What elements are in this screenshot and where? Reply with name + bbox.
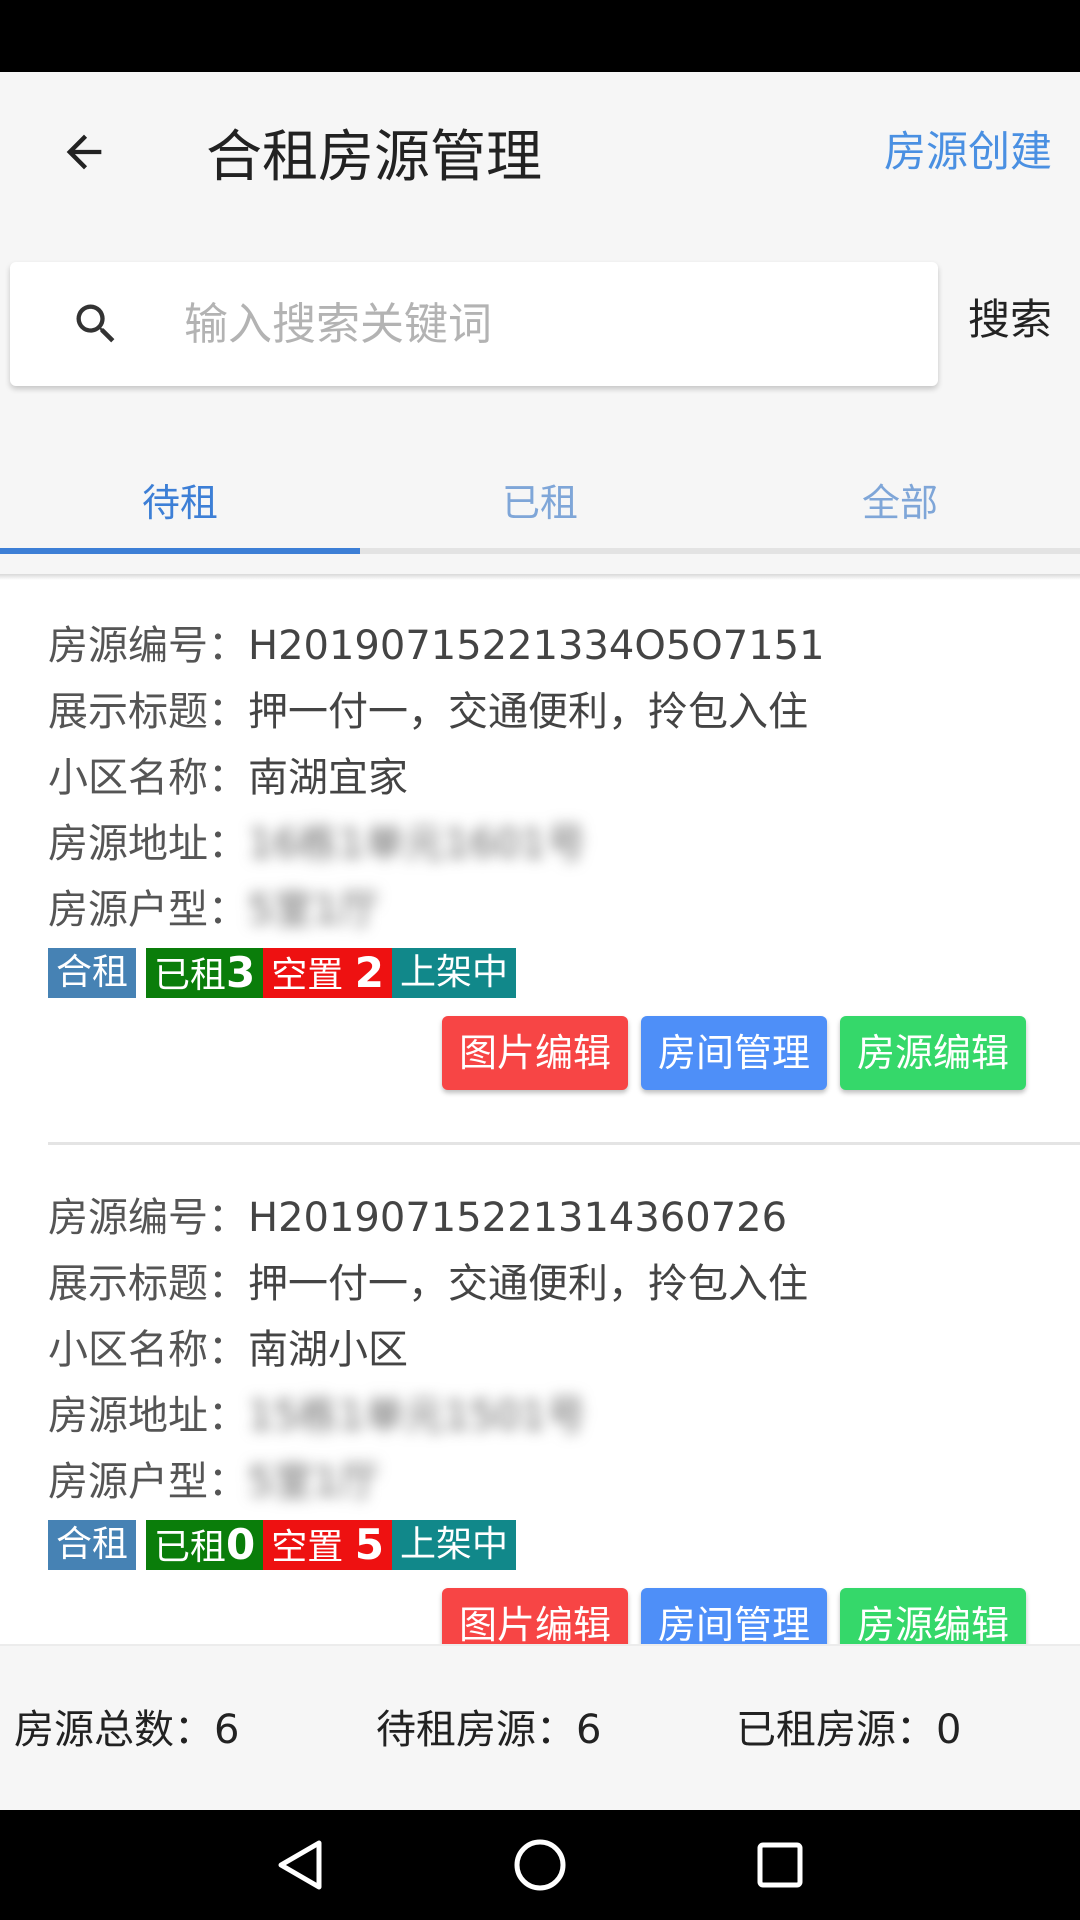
- page-title: 合租房源管理: [206, 125, 542, 190]
- status-bar: [0, 0, 1080, 72]
- listing-community: 南湖小区: [248, 1327, 408, 1373]
- listing-address-row: 房源地址：16栋1单元1601号: [48, 816, 586, 872]
- tab-all[interactable]: 全部: [720, 444, 1080, 554]
- listing-layout: 5室1厅: [248, 887, 379, 933]
- search-box: [10, 262, 938, 386]
- edit-photos-button[interactable]: 图片编辑: [442, 1588, 628, 1644]
- tag-rented-count: 3: [226, 948, 256, 997]
- search-button[interactable]: 搜索: [968, 292, 1052, 348]
- tag-vacant: 空置 5: [263, 1520, 392, 1570]
- listing-actions: 图片编辑 房间管理 房源编辑: [429, 1588, 1026, 1644]
- listing-address-label: 房源地址：: [48, 821, 248, 867]
- listing-address-label: 房源地址：: [48, 1393, 248, 1439]
- listing-code-label: 房源编号：: [48, 623, 248, 669]
- listing-layout-row: 房源户型：5室1厅: [48, 882, 379, 938]
- tag-vacant: 空置 2: [263, 948, 392, 998]
- total-listings: 房源总数：6: [14, 1707, 240, 1753]
- tag-rented-count: 0: [226, 1520, 256, 1569]
- listing-tags: 合租 已租3 空置 2 上架中: [48, 948, 516, 998]
- create-listing-button[interactable]: 房源创建: [884, 124, 1052, 180]
- tab-indicator: [0, 548, 360, 554]
- listing-title-label: 展示标题：: [48, 1261, 248, 1307]
- nav-recents-icon[interactable]: [740, 1830, 820, 1900]
- listing-code: H20190715221314360726: [248, 1195, 788, 1241]
- divider: [48, 1142, 1080, 1145]
- listing-title-row: 展示标题：押一付一，交通便利，拎包入住: [48, 1256, 808, 1312]
- tag-vacant-count: 5: [354, 1520, 384, 1569]
- listing-tags: 合租 已租0 空置 5 上架中: [48, 1520, 516, 1570]
- tag-listed: 上架中: [391, 1520, 516, 1570]
- listing-code-row: 房源编号：H20190715221314360726: [48, 1190, 787, 1246]
- tag-vacant-count: 2: [354, 948, 384, 997]
- system-nav-bar: [0, 1810, 1080, 1920]
- listing-title-label: 展示标题：: [48, 689, 248, 735]
- search-icon: [76, 304, 115, 343]
- nav-home-icon[interactable]: [500, 1830, 580, 1900]
- edit-photos-button[interactable]: 图片编辑: [442, 1016, 628, 1090]
- tag-vacant-label: 空置: [271, 1527, 344, 1568]
- listing-community-row: 小区名称：南湖宜家: [48, 750, 408, 806]
- listing-title-row: 展示标题：押一付一，交通便利，拎包入住: [48, 684, 808, 740]
- listing-address: 15栋1单元1501号: [248, 1393, 587, 1439]
- listing-layout-label: 房源户型：: [48, 887, 248, 933]
- listing-code: H20190715221334O5O7151: [248, 623, 825, 669]
- tag-rented-label: 已租: [154, 1527, 227, 1568]
- rented-listings: 已租房源：0: [736, 1707, 962, 1753]
- listing-code-row: 房源编号：H20190715221334O5O7151: [48, 618, 825, 674]
- listing-title: 押一付一，交通便利，拎包入住: [248, 1261, 808, 1307]
- listing-community-label: 小区名称：: [48, 755, 248, 801]
- manage-rooms-button[interactable]: 房间管理: [641, 1016, 827, 1090]
- tag-listed: 上架中: [391, 948, 516, 998]
- tab-bar: 待租 已租 全部: [0, 444, 1080, 554]
- manage-rooms-button[interactable]: 房间管理: [641, 1588, 827, 1644]
- listing-address: 16栋1单元1601号: [248, 821, 587, 867]
- listing-code-label: 房源编号：: [48, 1195, 248, 1241]
- back-button[interactable]: [44, 112, 124, 192]
- listing-title: 押一付一，交通便利，拎包入住: [248, 689, 808, 735]
- pending-listings: 待租房源：6: [376, 1707, 602, 1753]
- listing-community-row: 小区名称：南湖小区: [48, 1322, 408, 1378]
- listing-list[interactable]: 房源编号：H20190715221334O5O7151 展示标题：押一付一，交通…: [0, 580, 1080, 1644]
- tag-rented: 已租0: [146, 1520, 264, 1570]
- tag-shared: 合租: [48, 948, 137, 998]
- listing-layout-label: 房源户型：: [48, 1459, 248, 1505]
- tab-rented[interactable]: 已租: [360, 444, 720, 554]
- arrow-left-icon: [66, 134, 102, 170]
- listing-layout-row: 房源户型：5室1厅: [48, 1454, 379, 1510]
- listing-address-row: 房源地址：15栋1单元1501号: [48, 1388, 586, 1444]
- edit-listing-button[interactable]: 房源编辑: [840, 1016, 1026, 1090]
- nav-back-icon[interactable]: [260, 1830, 340, 1900]
- tag-vacant-label: 空置: [271, 955, 344, 996]
- search-input[interactable]: [184, 262, 904, 386]
- tag-shared: 合租: [48, 1520, 137, 1570]
- listing-community-label: 小区名称：: [48, 1327, 248, 1373]
- tag-rented: 已租3: [146, 948, 264, 998]
- tag-rented-label: 已租: [154, 955, 227, 996]
- summary-footer: 房源总数：6 待租房源：6 已租房源：0: [0, 1644, 1080, 1810]
- listing-community: 南湖宜家: [248, 755, 408, 801]
- listing-actions: 图片编辑 房间管理 房源编辑: [429, 1016, 1026, 1090]
- edit-listing-button[interactable]: 房源编辑: [840, 1588, 1026, 1644]
- listing-layout: 5室1厅: [248, 1459, 379, 1505]
- tab-pending[interactable]: 待租: [0, 444, 360, 554]
